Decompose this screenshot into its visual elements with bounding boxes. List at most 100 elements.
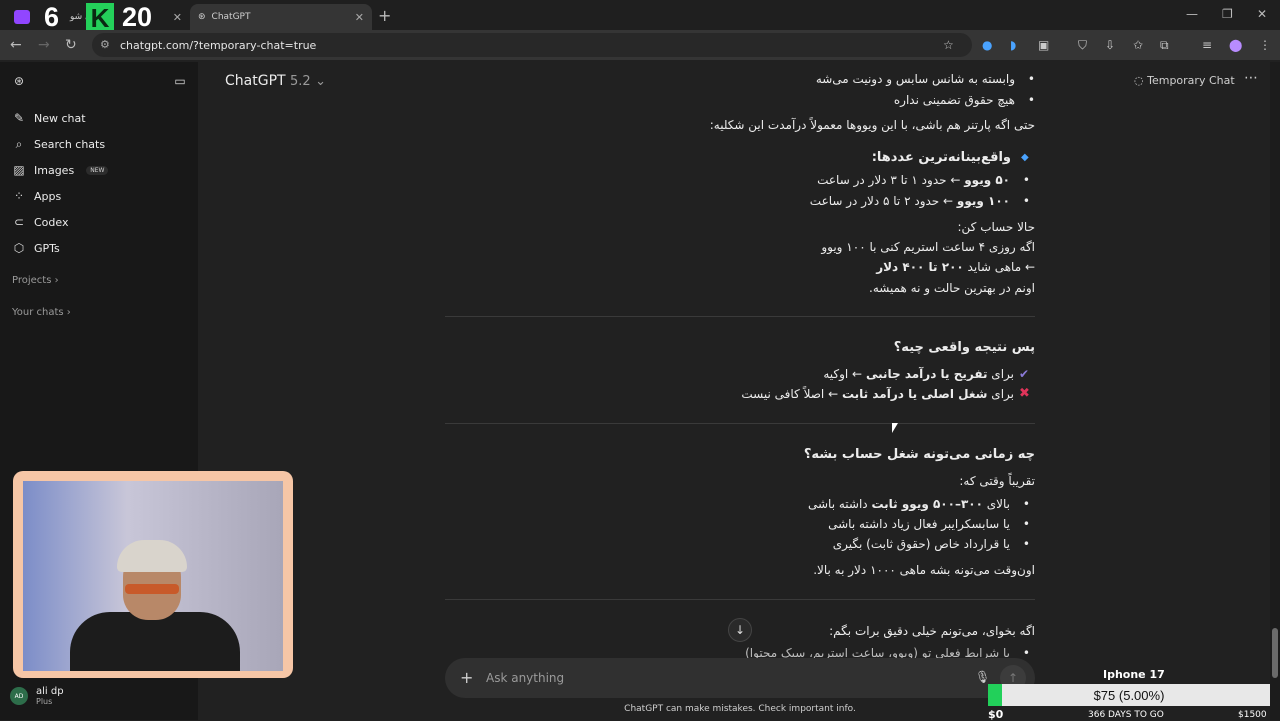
sidebar-item-label: GPTs (34, 241, 60, 255)
model-name: ChatGPT (225, 73, 286, 89)
sidebar-section-projects[interactable]: Projects › (12, 275, 59, 286)
arrow-up-icon: ↑ (1007, 671, 1019, 685)
pencil-square-icon: ✎ (13, 111, 25, 125)
maximize-icon[interactable]: ❐ (1222, 7, 1233, 21)
goal-days-left: 366 DAYS TO GO (1088, 710, 1164, 720)
goal-high: $1500 (1238, 710, 1267, 720)
heading-result: پس نتیجه واقعی چیه؟ (893, 340, 1035, 355)
forward-icon[interactable]: → (38, 37, 50, 53)
code-icon: ⊂ (13, 215, 25, 229)
browser-tabbar: ل شو ✕ ⊛ ChatGPT ✕ + — ❐ ✕ (0, 0, 1280, 30)
bookmark-star-icon[interactable]: ☆ (943, 38, 954, 52)
goal-progress-bar: $75 (5.00%) (988, 684, 1270, 706)
sidebar-item-new-chat[interactable]: ✎ New chat (12, 111, 86, 125)
goal-title: Iphone 17 (1103, 668, 1165, 681)
more-options-icon[interactable]: ⋯ (1244, 70, 1258, 86)
overlay-number: 20 (122, 2, 153, 32)
goal-low: $0 (988, 708, 1004, 721)
divider (445, 316, 1035, 317)
twitch-icon (14, 10, 30, 24)
model-version: 5.2 (290, 74, 311, 89)
back-icon[interactable]: ← (10, 37, 22, 53)
avatar: AD (10, 687, 28, 705)
favorites-icon[interactable]: ✩ (1133, 38, 1143, 52)
bullet-item: هیچ حقوق تضمینی نداره (894, 93, 1035, 107)
mouse-cursor-icon (892, 423, 898, 433)
profile-icon[interactable]: ⬤ (1229, 38, 1242, 52)
divider (445, 423, 1035, 424)
reload-icon[interactable]: ↻ (65, 37, 77, 53)
heading-realistic: واقع‌بینانه‌ترین عددها: (871, 150, 1011, 165)
microphone-icon[interactable]: 🎙 (975, 670, 990, 684)
sidebar-item-apps[interactable]: ⁘ Apps (12, 189, 61, 203)
sidebar-item-label: New chat (34, 111, 86, 125)
temporary-chat-button[interactable]: ◌ Temporary Chat (1134, 74, 1235, 87)
sidebar-item-label: Search chats (34, 138, 106, 151)
media-icon[interactable]: ≡ (1202, 38, 1212, 52)
sidebar-item-label: Images (34, 163, 75, 177)
collections-icon[interactable]: ⧉ (1160, 38, 1169, 53)
paragraph: حالا حساب کن: (957, 220, 1035, 234)
url-field[interactable]: ⚙ chatgpt.com/?temporary-chat=true (92, 33, 972, 57)
goal-amount: $75 (5.00%) (1093, 687, 1165, 703)
sidebar-item-images[interactable]: ▨ Images NEW (12, 163, 109, 177)
paragraph: اون‌وقت می‌تونه بشه ماهی ۱۰۰۰ دلار به با… (813, 563, 1035, 577)
diamond-icon: ◆ (1021, 152, 1029, 163)
bullet-item: ۵۰ ویوو ← حدود ۱ تا ۳ دلار در ساعت (817, 173, 1030, 187)
paragraph: تقریباً وقتی که: (959, 474, 1035, 488)
check-icon: ✔ (1019, 367, 1030, 381)
result-line: برای تفریح یا درآمد جانبی ← اوکیه (823, 367, 1014, 381)
plus-icon[interactable]: + (460, 668, 473, 687)
temporary-chat-label: Temporary Chat (1147, 74, 1235, 87)
image-icon: ▨ (13, 163, 25, 177)
sidebar-item-search-chats[interactable]: ⌕ Search chats (12, 137, 105, 152)
user-name: ali dp (36, 686, 64, 697)
overlay-k-badge: K (86, 3, 114, 33)
tab-title: ChatGPT (211, 12, 251, 22)
tab-chatgpt[interactable]: ⊛ ChatGPT ✕ (190, 4, 372, 30)
toggle-sidebar-icon[interactable]: ▭ (173, 74, 187, 88)
sidebar-item-codex[interactable]: ⊂ Codex (12, 215, 69, 229)
openai-logo-icon[interactable]: ⊛ (12, 74, 26, 88)
paragraph: اگه بخوای، می‌تونم خیلی دقیق برات بگم: (829, 624, 1035, 638)
chevron-down-icon: ⌄ (315, 74, 327, 89)
model-selector[interactable]: ChatGPT 5.2 ⌄ (225, 73, 326, 89)
scroll-down-button[interactable]: ↓ (728, 618, 752, 642)
close-window-icon[interactable]: ✕ (1257, 7, 1267, 21)
bullet-item: وابسته به شانس سابس و دونیت می‌شه (816, 72, 1035, 86)
more-icon[interactable]: ⋮ (1259, 38, 1271, 52)
puzzle-icon[interactable]: ▣ (1038, 38, 1049, 52)
extension-icon[interactable]: ● (982, 38, 992, 52)
download-icon[interactable]: ⇩ (1105, 38, 1115, 52)
message-input[interactable]: Ask anything (486, 671, 564, 685)
streamer-glasses (125, 584, 179, 594)
paragraph: اگه روزی ۴ ساعت استریم کنی با ۱۰۰ ویوو (821, 240, 1035, 254)
bullet-item: یا قرارداد خاص (حقوق ثابت) بگیری (833, 537, 1031, 551)
user-profile[interactable]: AD ali dp Plus (10, 686, 64, 706)
scrollbar-thumb[interactable] (1272, 628, 1278, 678)
streamer-cap (117, 540, 187, 572)
grid-icon: ⁘ (13, 189, 25, 203)
extension-icon[interactable]: ⛉ (1078, 38, 1087, 53)
extension-icon[interactable]: ◗ (1010, 38, 1016, 52)
close-tab-icon[interactable]: ✕ (173, 11, 182, 24)
new-badge: NEW (86, 165, 109, 175)
result-line: برای شغل اصلی یا درآمد ثابت ← اصلاً کافی… (741, 387, 1014, 401)
heading-when: چه زمانی می‌تونه شغل حساب بشه؟ (803, 447, 1035, 462)
search-icon: ⌕ (15, 137, 23, 151)
site-settings-icon[interactable]: ⚙ (100, 38, 110, 51)
streamer-body (70, 612, 240, 671)
sidebar-item-gpts[interactable]: ⬡ GPTs (12, 241, 60, 255)
scrollbar[interactable] (1270, 62, 1280, 720)
paragraph: اونم در بهترین حالت و نه همیشه. (869, 281, 1035, 295)
url-text: chatgpt.com/?temporary-chat=true (120, 38, 317, 52)
minimize-icon[interactable]: — (1186, 7, 1198, 21)
bullet-item: ۱۰۰ ویوو ← حدود ۲ تا ۵ دلار در ساعت (810, 194, 1030, 208)
temporary-chat-icon: ◌ (1134, 74, 1144, 87)
divider (445, 599, 1035, 600)
close-tab-icon[interactable]: ✕ (355, 11, 364, 24)
sidebar-section-your-chats[interactable]: Your chats › (12, 307, 71, 318)
bullet-item: یا سابسکرایبر فعال زیاد داشته باشی (828, 517, 1030, 531)
paragraph: حتی اگه پارتنر هم باشی، با این ویووها مع… (709, 118, 1035, 132)
new-tab-button[interactable]: + (378, 6, 391, 25)
